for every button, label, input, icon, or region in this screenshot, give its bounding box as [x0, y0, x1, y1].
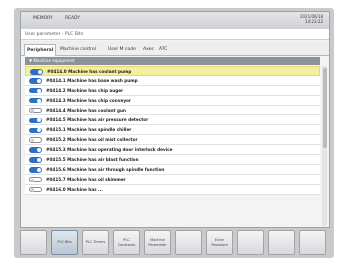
softkey-empty[interactable]	[299, 230, 326, 255]
param-row[interactable]: #0416.0 Machine has ...	[25, 184, 320, 195]
param-row[interactable]: #0414.1 Machine has base wash pump	[25, 75, 320, 86]
softkey-enter-password[interactable]: Enter Password	[206, 230, 233, 255]
group-label: Machine equipment	[33, 58, 75, 63]
toggle-off-icon[interactable]	[29, 107, 42, 114]
softkey-plc-bits[interactable]: PLC Bits	[51, 230, 78, 255]
param-row[interactable]: #0415.2 Machine has oil mist collector	[25, 135, 320, 146]
mode-label: MEMORY	[33, 16, 53, 21]
toggle-on-icon[interactable]	[29, 157, 42, 163]
softkey-empty[interactable]	[175, 230, 202, 255]
status-label: READY	[65, 16, 81, 21]
toggle-on-icon[interactable]	[29, 147, 42, 153]
param-row[interactable]: #0415.3 Machine has operating door inter…	[25, 145, 320, 156]
tab-peripheral[interactable]: Peripheral	[24, 44, 57, 56]
param-row[interactable]: #0414.0 Machine has coolant pump	[25, 66, 320, 76]
param-label: #0414.3 Machine has chip conveyor	[46, 97, 131, 103]
param-label: #0415.3 Machine has operating door inter…	[46, 147, 173, 153]
param-row[interactable]: #0414.5 Machine has air pressure detecto…	[25, 115, 320, 126]
tab-axes[interactable]: Axes	[141, 44, 156, 55]
param-row[interactable]: #0414.2 Machine has chip auger	[25, 85, 320, 96]
toggle-on-icon[interactable]	[29, 78, 42, 84]
scrollbar-thumb[interactable]	[322, 68, 327, 148]
screen: MEMORY READY 2021/06/18 14:23:22 User pa…	[0, 0, 347, 263]
param-label: #0414.2 Machine has chip auger	[46, 87, 124, 93]
toggle-off-icon[interactable]	[29, 176, 42, 183]
status-bar: MEMORY READY 2021/06/18 14:23:22	[21, 12, 329, 30]
toggle-on-icon[interactable]	[29, 97, 42, 104]
param-row[interactable]: #0414.3 Machine has chip conveyor	[25, 95, 320, 106]
param-row[interactable]: #0415.7 Machine has oil skimmer	[25, 174, 320, 185]
param-label: #0415.1 Machine has spindle chiller	[46, 127, 132, 133]
toggle-on-icon[interactable]	[29, 87, 42, 94]
param-row[interactable]: #0415.6 Machine has air through spindle …	[25, 164, 320, 175]
time-label: 14:23:22	[305, 19, 323, 24]
param-label: #0415.7 Machine has oil skimmer	[46, 176, 126, 182]
datetime: 2021/06/18 14:23:22	[300, 14, 323, 24]
softkey-bar: PLC Bits PLC Timers PLC Constants Machine P…	[20, 230, 330, 255]
softkey-empty[interactable]	[237, 230, 264, 255]
param-label: #0415.6 Machine has air through spindle …	[46, 166, 165, 172]
softkey-machine-parameter[interactable]: Machine Parameter	[144, 230, 171, 255]
chevron-down-icon: ▼	[29, 58, 33, 63]
tab-machine-control[interactable]: Machine control	[58, 44, 98, 55]
tab-bar: Peripheral Machine control User M code A…	[21, 41, 329, 56]
toggle-off-icon[interactable]	[29, 186, 42, 193]
param-label: #0414.5 Machine has air pressure detecto…	[46, 117, 149, 123]
group-header[interactable]: ▼ Machine equipment	[25, 57, 320, 65]
scrollbar[interactable]	[322, 66, 327, 226]
param-label: #0415.5 Machine has air blast function	[46, 157, 139, 163]
param-row[interactable]: #0415.5 Machine has air blast function	[25, 155, 320, 165]
main-panel: MEMORY READY 2021/06/18 14:23:22 User pa…	[20, 11, 330, 228]
param-list: #0414.0 Machine has coolant pump #0414.1 …	[25, 66, 320, 195]
toggle-on-icon[interactable]	[29, 127, 42, 134]
softkey-plc-timers[interactable]: PLC Timers	[82, 230, 109, 255]
softkey-plc-constants[interactable]: PLC Constants	[113, 230, 140, 255]
param-label: #0414.1 Machine has base wash pump	[46, 77, 138, 83]
toggle-off-icon[interactable]	[29, 137, 42, 143]
toggle-on-icon[interactable]	[30, 69, 43, 75]
screen-title: User parameter - PLC Bits	[21, 29, 329, 40]
tab-user-m-code[interactable]: User M code	[106, 44, 138, 55]
softkey-empty[interactable]	[268, 230, 295, 255]
param-row[interactable]: #0414.4 Machine has coolant gun	[25, 105, 320, 116]
param-row[interactable]: #0415.1 Machine has spindle chiller	[25, 125, 320, 136]
softkey-empty[interactable]	[20, 230, 47, 255]
param-label: #0416.0 Machine has ...	[46, 186, 103, 192]
param-label: #0415.2 Machine has oil mist collector	[46, 137, 138, 143]
param-label: #0414.4 Machine has coolant gun	[46, 107, 126, 113]
tab-atc[interactable]: ATC	[157, 44, 169, 55]
toggle-on-icon[interactable]	[29, 117, 42, 124]
toggle-on-icon[interactable]	[29, 167, 42, 173]
